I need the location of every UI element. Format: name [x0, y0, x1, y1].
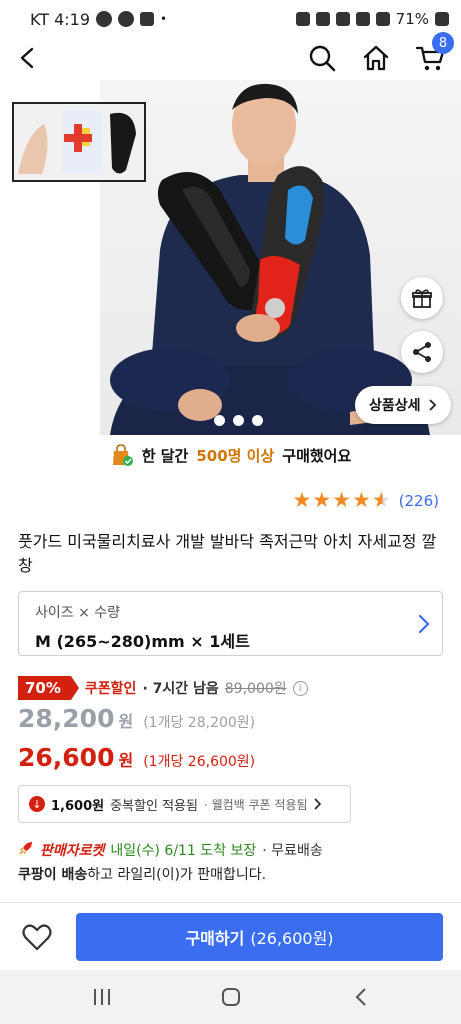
share-icon [413, 342, 431, 362]
pager-dot[interactable] [252, 415, 263, 426]
chevron-right-icon [313, 798, 321, 810]
star-icon: ★ [292, 488, 312, 512]
more-notifications-icon: • [160, 12, 168, 26]
system-back-button[interactable] [341, 982, 381, 1012]
mute-icon [315, 12, 330, 26]
wifi-icon [335, 12, 350, 26]
signal-icon [375, 12, 390, 26]
price-before-won: 원 [118, 712, 134, 731]
home-button[interactable] [356, 38, 396, 78]
gift-button[interactable] [401, 277, 443, 319]
back-button[interactable] [8, 38, 48, 78]
star-icon: ★ [312, 488, 332, 512]
free-shipping-text: · 무료배송 [262, 843, 323, 859]
chevron-right-icon [428, 399, 436, 411]
welcome-coupon-text: · 웰컴백 쿠폰 적용됨 [203, 797, 308, 812]
product-detail-label: 상품상세 [369, 398, 421, 414]
price-before-unit: (1개당 28,200원) [143, 715, 256, 731]
discount-percent-badge: 70% [18, 676, 79, 700]
option-label: 사이즈 × 수량 [35, 605, 121, 621]
extra-discount-amount: 1,600원 [51, 798, 105, 814]
discount-row: 70% 쿠폰할인 · 7시간 남음 89,000원 i [18, 676, 308, 700]
gallery-icon [140, 12, 155, 26]
chat-icon [118, 11, 135, 27]
recent-apps-button[interactable] [82, 982, 122, 1012]
system-nav-bar [0, 970, 461, 1024]
battery-icon [435, 12, 449, 26]
search-icon [309, 45, 336, 72]
recent-apps-icon [94, 989, 110, 1005]
search-button[interactable] [302, 38, 342, 78]
whatsapp-icon [96, 11, 113, 27]
back-chevron-icon [355, 988, 366, 1006]
buy-now-button[interactable]: 구매하기 (26,600원) [76, 913, 443, 961]
seller-rocket-label: 판매자로켓 [40, 843, 105, 859]
cart-count-badge: 8 [432, 32, 454, 54]
product-hero-image[interactable]: 상품상세 [0, 80, 461, 435]
battery-percent: 71% [395, 10, 429, 28]
heart-icon [22, 924, 52, 951]
option-selector[interactable]: 사이즈 × 수량 M (265~280)mm × 1세트 [18, 591, 443, 656]
chevron-right-icon [418, 614, 430, 634]
hd-icon [355, 12, 370, 26]
coupon-label: 쿠폰할인 [84, 681, 137, 697]
back-arrow-icon [20, 47, 34, 69]
share-button[interactable] [401, 331, 443, 373]
option-value: M (265~280)mm × 1세트 [35, 632, 250, 651]
extra-discount-text: 중복할인 적용됨 [110, 798, 198, 814]
star-icon: ★ [352, 488, 371, 512]
purchase-stat-suffix: 구매했어요 [282, 446, 352, 465]
home-icon [363, 45, 389, 71]
review-count[interactable]: (226) [399, 492, 439, 510]
seller-info-rest: 하고 라일리(이)가 판매합니다. [87, 867, 267, 883]
model-holding-insoles-image [110, 83, 430, 435]
arrival-guarantee: 내일(수) 6/11 도착 보장 [110, 843, 257, 859]
delivery-info: 판매자로켓 내일(수) 6/11 도착 보장 · 무료배송 [18, 840, 323, 860]
gift-icon [412, 289, 432, 308]
seller-info-bold: 쿠팡이 배송 [18, 867, 88, 883]
image-pager [214, 415, 263, 426]
half-star-icon: ★ [371, 488, 391, 512]
pager-dot[interactable] [214, 415, 225, 426]
star-icon: ★ [332, 488, 351, 512]
carrier-time: KT 4:19 [30, 9, 91, 29]
shopping-bag-icon [110, 443, 134, 467]
product-title: 풋가드 미국물리치료사 개발 발바닥 족저근막 아치 자세교정 깔창 [18, 532, 437, 575]
buy-now-label: 구매하기 [185, 929, 245, 948]
purchase-stat-count: 500명 이상 [196, 446, 275, 465]
price-before-value: 28,200 [18, 704, 115, 733]
extra-discount-box[interactable]: ↓ 1,600원 중복할인 적용됨 · 웰컴백 쿠폰 적용됨 [18, 785, 351, 823]
product-thumbnail[interactable] [12, 102, 146, 182]
status-bar: KT 4:19 • 71% [0, 0, 461, 38]
rocket-icon [18, 840, 34, 860]
home-circle-icon [222, 988, 240, 1006]
rating[interactable]: ★ ★ ★ ★ ★ (226) [293, 490, 439, 511]
final-price-unit: (1개당 26,600원) [143, 754, 256, 770]
bottom-action-bar: 구매하기 (26,600원) [0, 902, 461, 970]
home-system-button[interactable] [211, 982, 251, 1012]
seller-info: 쿠팡이 배송하고 라일리(이)가 판매합니다. [18, 864, 266, 884]
purchase-stat-prefix: 한 달간 [141, 446, 189, 465]
thumbnail-image [14, 104, 144, 180]
final-price: 26,600 원 (1개당 26,600원) [18, 743, 255, 772]
product-detail-button[interactable]: 상품상세 [355, 386, 451, 424]
cart-button[interactable]: 8 [410, 32, 454, 78]
info-icon[interactable]: i [292, 680, 308, 696]
top-nav: 8 [0, 32, 461, 80]
price-before: 28,200 원 (1개당 28,200원) [18, 704, 255, 733]
lock-icon [295, 12, 310, 26]
buy-now-amount: (26,600원) [250, 929, 334, 948]
pager-dot[interactable] [233, 415, 244, 426]
purchase-stat: 한 달간 500명 이상 구매했어요 [0, 440, 461, 470]
time-left: · 7시간 남음 [142, 681, 219, 697]
final-price-won: 원 [118, 751, 134, 770]
star-rating: ★ ★ ★ ★ ★ [293, 490, 391, 511]
wishlist-button[interactable] [22, 923, 56, 953]
down-arrow-icon: ↓ [29, 796, 45, 812]
original-price: 89,000원 [224, 681, 287, 697]
final-price-value: 26,600 [18, 743, 115, 772]
